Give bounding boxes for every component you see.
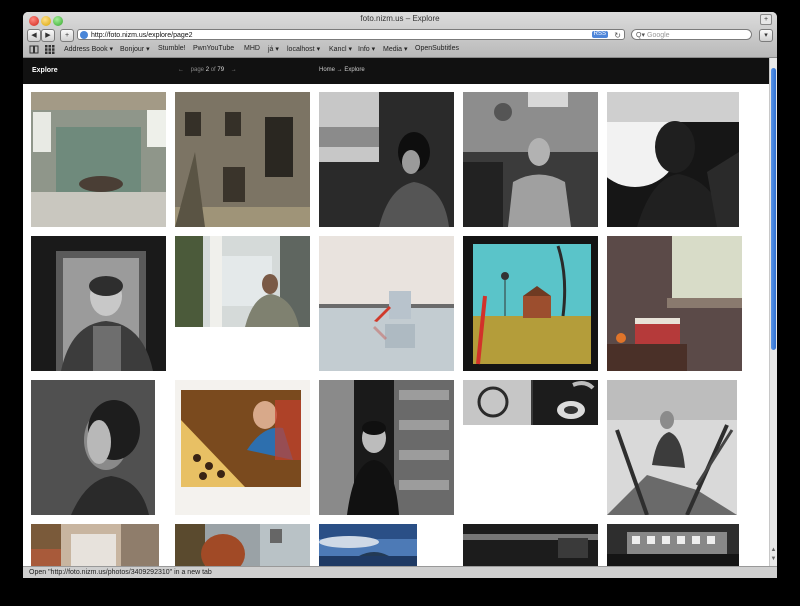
bookmark-media[interactable]: Media ▾ [383, 45, 408, 53]
bookmark-address-book[interactable]: Address Book ▾ [64, 45, 113, 53]
page-total: 79 [217, 67, 225, 73]
photo-thumbnail[interactable] [607, 92, 739, 227]
bookmarks-bar: Address Book ▾ Bonjour ▾ Stumble! PwnYou… [23, 44, 777, 56]
photo-thumbnail[interactable] [463, 380, 598, 425]
address-bar[interactable]: http://foto.nizm.us/explore/page2 RSS ↻ [77, 29, 625, 40]
photo-thumbnail[interactable] [319, 236, 454, 371]
search-field[interactable]: Q▾ Google [631, 29, 752, 40]
reading-list-icon[interactable] [29, 45, 39, 56]
bookmark-info[interactable]: Info ▾ [358, 45, 375, 53]
breadcrumb[interactable]: Home → Explore [319, 67, 365, 73]
search-engine-icon[interactable]: Q▾ [636, 30, 645, 41]
page-menu-button[interactable]: ▾ [759, 29, 773, 42]
photo-thumbnail[interactable] [319, 524, 417, 566]
scrollbar-thumb[interactable] [771, 68, 776, 350]
photo-thumbnail[interactable] [31, 236, 166, 371]
reload-button[interactable]: ↻ [614, 30, 621, 41]
photo-thumbnail[interactable] [175, 236, 310, 327]
prev-page-link[interactable]: ← [178, 67, 184, 73]
toolbar-toggle-button[interactable]: + [760, 14, 772, 25]
scroll-down-arrow-icon[interactable]: ▼ [770, 556, 777, 562]
photo-thumbnail[interactable] [463, 524, 598, 566]
bookmark-kancl[interactable]: Kancl ▾ [329, 45, 352, 53]
window-title: foto.nizm.us – Explore [360, 14, 440, 23]
photo-thumbnail[interactable] [607, 524, 739, 566]
url-text: http://foto.nizm.us/explore/page2 [91, 32, 193, 39]
photo-thumbnail[interactable] [175, 380, 310, 515]
bookmark-pwnyoutube[interactable]: PwnYouTube [193, 45, 234, 52]
browser-toolbar: foto.nizm.us – Explore + ◀ ▶ + http://fo… [23, 12, 777, 58]
next-page-link[interactable]: → [231, 67, 237, 73]
photo-thumbnail[interactable] [319, 380, 454, 515]
photo-thumbnail[interactable] [31, 524, 159, 566]
photo-thumbnail[interactable] [463, 236, 598, 371]
photo-thumbnail[interactable] [175, 92, 310, 227]
bookmark-ja[interactable]: já ▾ [268, 45, 279, 53]
section-title: Explore [32, 67, 58, 74]
photo-grid [23, 84, 769, 566]
search-placeholder: Google [647, 32, 670, 39]
browser-window: foto.nizm.us – Explore + ◀ ▶ + http://fo… [23, 12, 777, 578]
bookmark-mhd[interactable]: MHD [244, 45, 260, 52]
pagination: ← page 2 of 79 → [178, 67, 237, 73]
bookmark-localhost[interactable]: localhost ▾ [287, 45, 320, 53]
photo-thumbnail[interactable] [175, 524, 310, 566]
page-of: of [210, 67, 216, 73]
photo-thumbnail[interactable] [31, 92, 166, 227]
forward-button[interactable]: ▶ [41, 29, 55, 42]
photo-thumbnail[interactable] [31, 380, 155, 515]
site-favicon-icon [80, 31, 88, 39]
top-sites-icon[interactable] [45, 45, 55, 56]
site-header: Explore ← page 2 of 79 → Home → Explore [23, 58, 769, 84]
bookmark-stumble[interactable]: Stumble! [158, 45, 186, 52]
photo-thumbnail[interactable] [607, 380, 737, 515]
vertical-scrollbar[interactable]: ▲ ▼ [769, 58, 777, 566]
bookmark-bonjour[interactable]: Bonjour ▾ [120, 45, 150, 53]
rss-button[interactable]: RSS [591, 31, 608, 38]
back-button[interactable]: ◀ [27, 29, 41, 42]
page-current: 2 [205, 67, 210, 73]
photo-thumbnail[interactable] [319, 92, 454, 227]
add-bookmark-button[interactable]: + [60, 29, 74, 42]
bookmark-opensubtitles[interactable]: OpenSubtitles [415, 45, 459, 52]
page-prefix: page [190, 67, 205, 73]
photo-thumbnail[interactable] [463, 92, 598, 227]
status-bar: Open "http://foto.nizm.us/photos/3409292… [23, 566, 777, 578]
scroll-up-arrow-icon[interactable]: ▲ [770, 547, 777, 553]
photo-thumbnail[interactable] [607, 236, 742, 371]
